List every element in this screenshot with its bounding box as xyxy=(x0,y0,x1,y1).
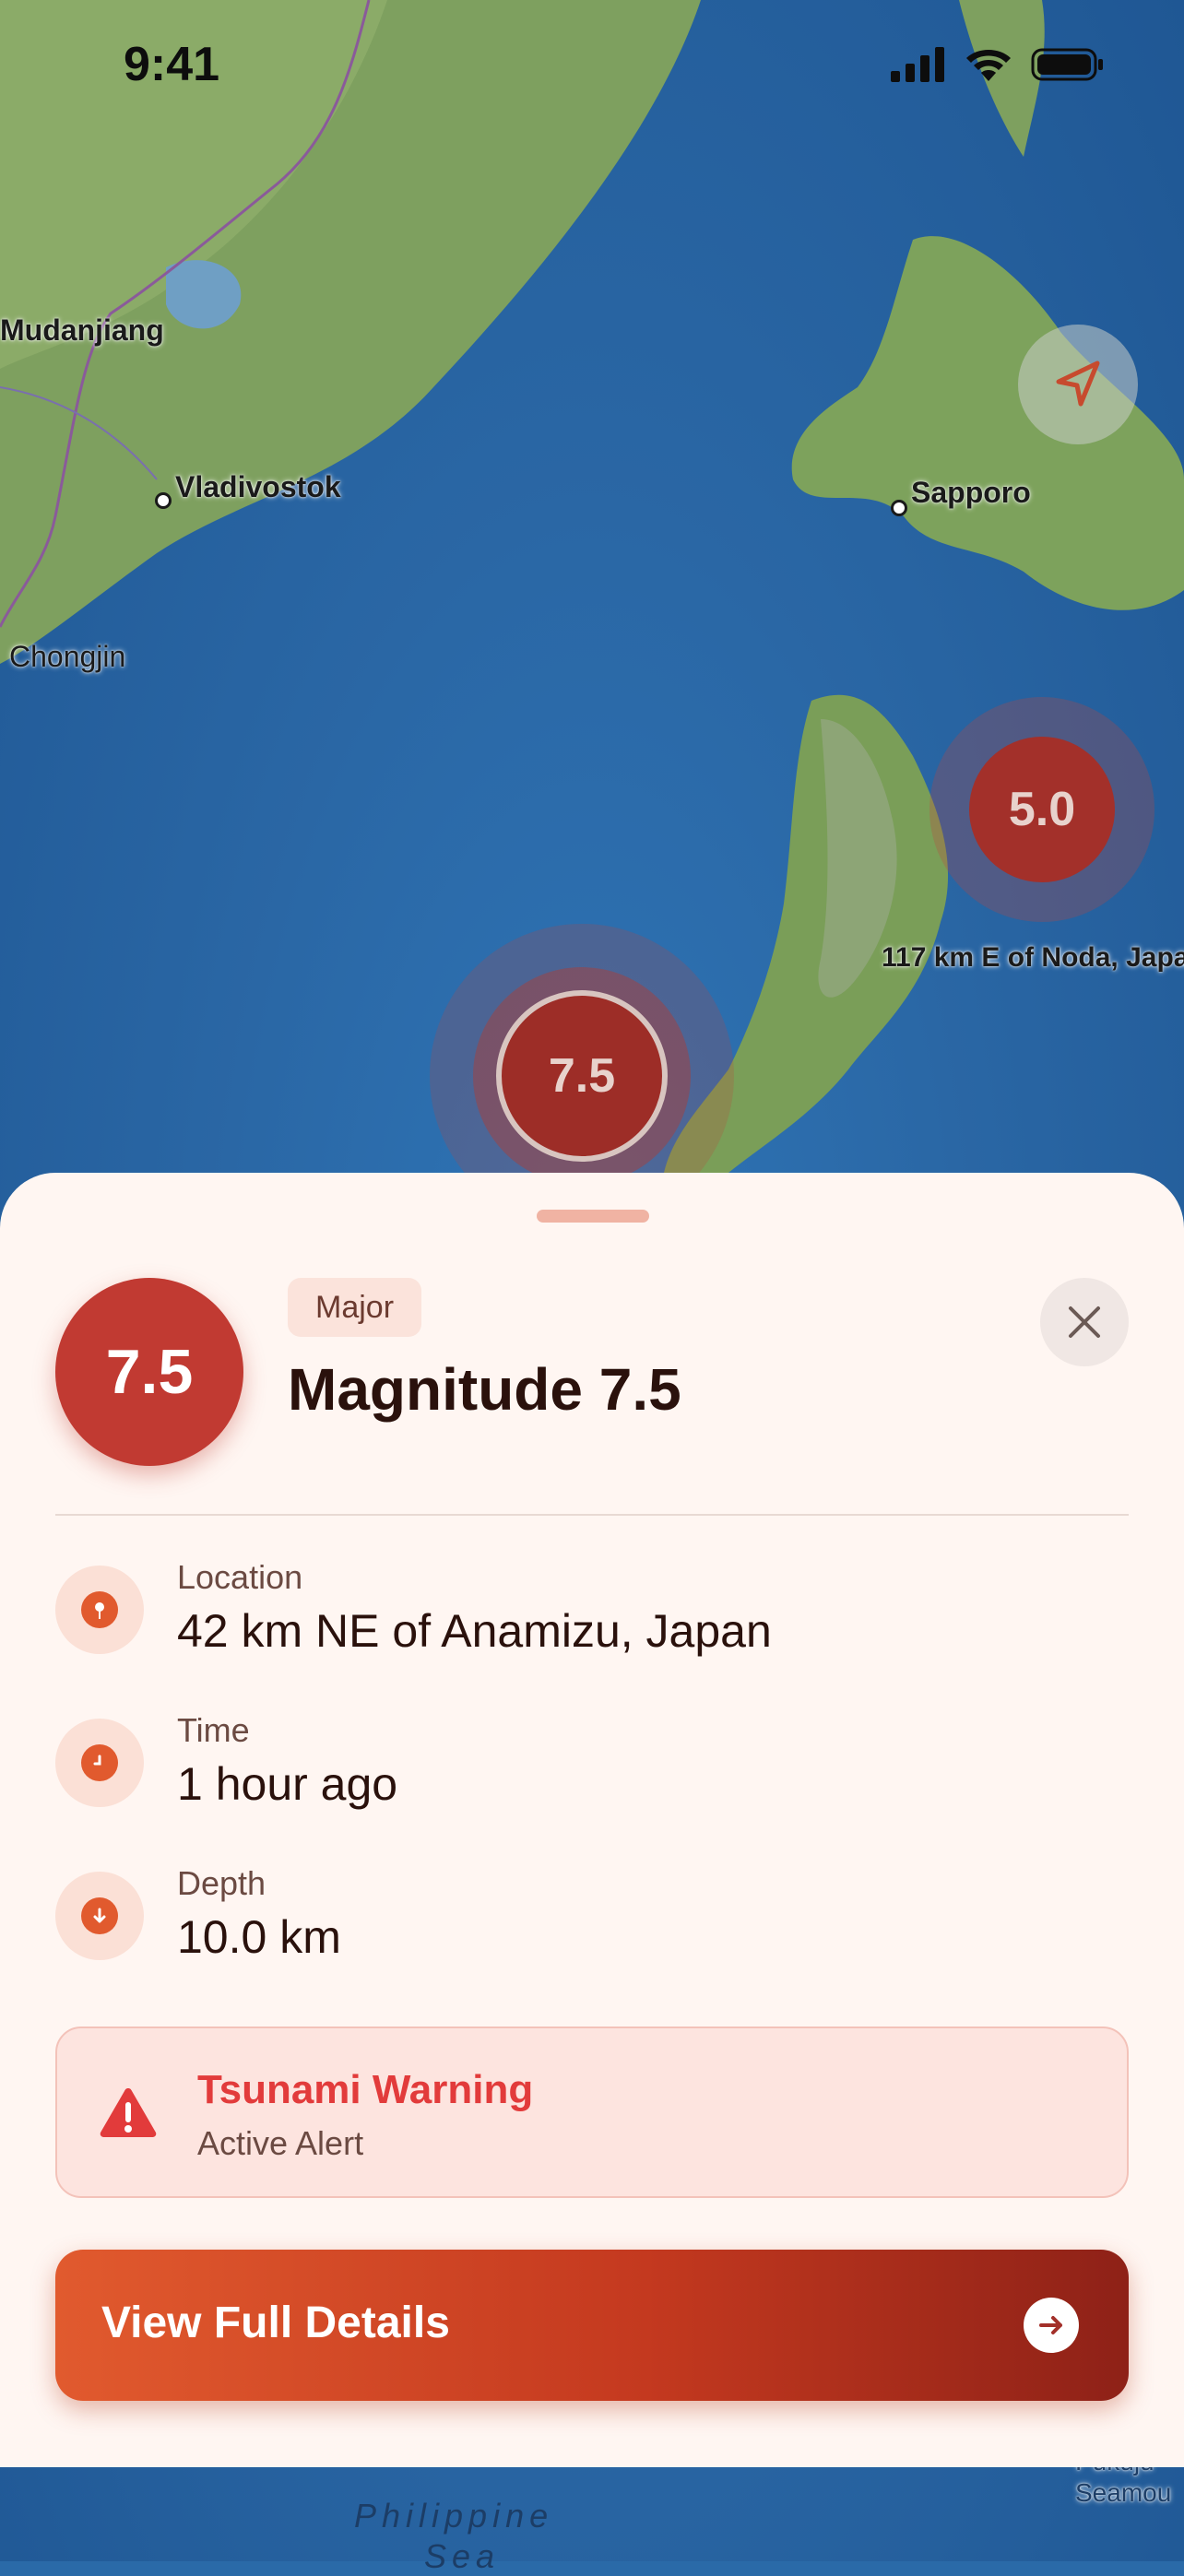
map-label-sea: Sea xyxy=(424,2537,501,2575)
detail-label: Time xyxy=(177,1711,250,1749)
detail-label: Depth xyxy=(177,1864,266,1902)
marker-core: 5.0 xyxy=(969,737,1115,882)
alert-subtitle: Active Alert xyxy=(197,2124,364,2162)
city-dot xyxy=(155,492,172,509)
detail-title: Magnitude 7.5 xyxy=(288,1356,681,1423)
tsunami-alert-card[interactable]: Tsunami Warning Active Alert xyxy=(55,2027,1129,2198)
close-button[interactable] xyxy=(1040,1278,1129,1366)
map-label-mudanjiang: Mudanjiang xyxy=(0,313,164,347)
battery-icon xyxy=(1031,48,1103,81)
pin-icon xyxy=(55,1566,144,1654)
marker-magnitude: 7.5 xyxy=(548,1049,616,1103)
marker-magnitude: 5.0 xyxy=(1008,783,1076,836)
map-label-vladivostok: Vladivostok xyxy=(175,470,341,503)
detail-row-time: Time 1 hour ago xyxy=(55,1707,1129,1818)
status-time: 9:41 xyxy=(124,38,220,91)
clock-icon xyxy=(55,1719,144,1807)
sheet-grabber[interactable] xyxy=(537,1210,649,1223)
magnitude-circle: 7.5 xyxy=(55,1278,243,1466)
view-full-details-button[interactable]: View Full Details xyxy=(55,2250,1129,2401)
arrow-right-icon xyxy=(1024,2298,1079,2353)
warning-icon xyxy=(100,2088,157,2137)
detail-row-location: Location 42 km NE of Anamizu, Japan xyxy=(55,1554,1129,1665)
location-arrow-icon xyxy=(1056,360,1100,407)
detail-row-depth: Depth 10.0 km xyxy=(55,1861,1129,1971)
marker-core: 7.5 xyxy=(496,990,668,1162)
earthquake-detail-sheet: 7.5 Major Magnitude 7.5 Location 42 km N… xyxy=(0,1173,1184,2467)
wifi-icon xyxy=(966,50,1011,81)
map-label-seamount: Seamou xyxy=(1075,2478,1172,2507)
detail-value: 1 hour ago xyxy=(177,1758,398,1810)
severity-badge: Major xyxy=(288,1278,422,1337)
alert-title: Tsunami Warning xyxy=(197,2067,534,2112)
detail-value: 42 km NE of Anamizu, Japan xyxy=(177,1605,772,1657)
magnitude-value: 7.5 xyxy=(105,1337,194,1407)
close-icon xyxy=(1069,1306,1100,1338)
earthquake-marker-5-0[interactable]: 5.0 xyxy=(929,697,1154,922)
arrow-down-icon xyxy=(55,1872,144,1960)
marker-ring: 7.5 xyxy=(473,967,691,1185)
divider xyxy=(55,1514,1129,1516)
cta-label: View Full Details xyxy=(101,2298,450,2347)
locate-button[interactable] xyxy=(1018,325,1138,444)
map-label-sapporo: Sapporo xyxy=(911,476,1031,509)
detail-value: 10.0 km xyxy=(177,1911,341,1963)
status-bar: 9:41 xyxy=(0,0,1184,138)
signal-icon xyxy=(891,47,944,82)
map-label-noda: 117 km E of Noda, Japa xyxy=(882,942,1184,973)
map-label-philippine-sea: Philippine xyxy=(354,2497,554,2535)
city-dot xyxy=(891,500,907,516)
detail-label: Location xyxy=(177,1558,303,1596)
map-label-chongjin: Chongjin xyxy=(9,640,126,673)
status-icons xyxy=(891,46,1105,83)
